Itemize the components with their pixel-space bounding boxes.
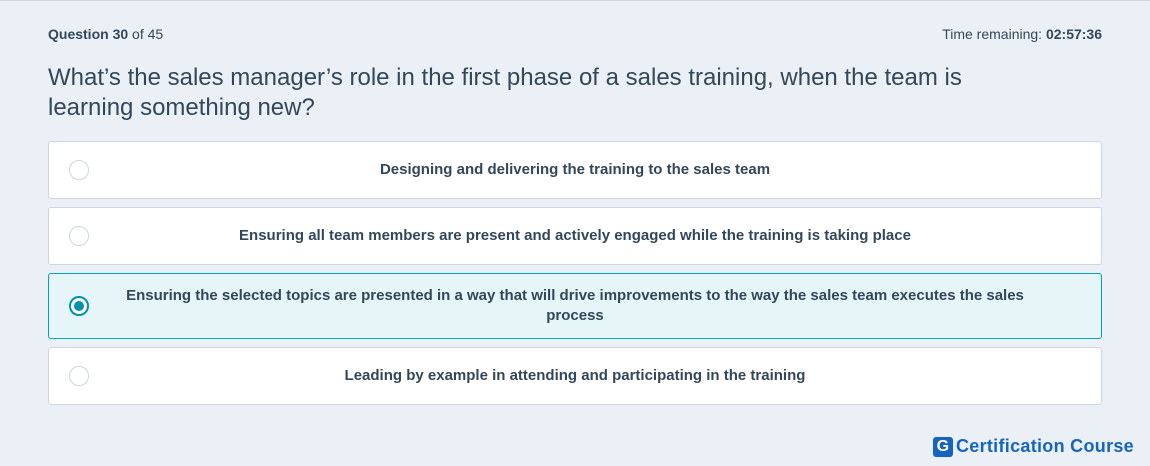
- answer-label: Leading by example in attending and part…: [344, 367, 806, 384]
- quiz-header: Question 30 of 45 Time remaining: 02:57:…: [48, 24, 1102, 44]
- answer-option-3[interactable]: Ensuring the selected topics are present…: [48, 273, 1102, 339]
- answer-label: Ensuring the selected topics are present…: [126, 287, 1024, 324]
- answer-option-2[interactable]: Ensuring all team members are present an…: [48, 207, 1102, 265]
- question-total: of 45: [132, 26, 164, 42]
- question-text: What’s the sales manager’s role in the f…: [48, 64, 962, 121]
- radio-button[interactable]: [69, 160, 89, 180]
- timer-value: 02:57:36: [1045, 26, 1102, 42]
- answer-option-1[interactable]: Designing and delivering the training to…: [48, 141, 1102, 199]
- answer-option-4[interactable]: Leading by example in attending and part…: [48, 347, 1102, 405]
- radio-dot: [74, 301, 84, 311]
- brand-name: Certification Course: [955, 436, 1134, 456]
- radio-button-selected[interactable]: [69, 296, 89, 316]
- question-label: Question: [48, 26, 109, 42]
- brand-logo: G Certification Course: [932, 436, 1134, 457]
- timer-label: Time remaining:: [942, 26, 1043, 42]
- radio-button[interactable]: [69, 366, 89, 386]
- question-number: 30: [112, 26, 129, 42]
- time-remaining: Time remaining: 02:57:36: [942, 26, 1102, 42]
- radio-button[interactable]: [69, 226, 89, 246]
- brand-g-icon: G: [932, 436, 953, 457]
- answer-label: Designing and delivering the training to…: [379, 161, 771, 178]
- answer-label: Ensuring all team members are present an…: [239, 227, 911, 244]
- question-counter: Question 30 of 45: [48, 26, 163, 42]
